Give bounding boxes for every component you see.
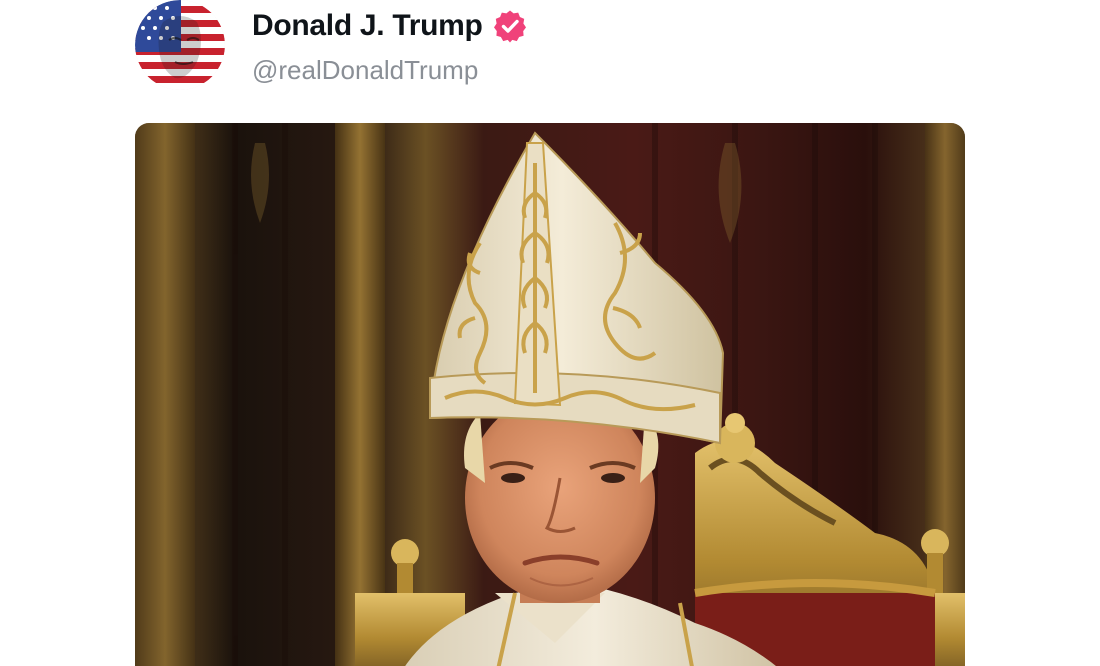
- verified-badge-icon: [493, 9, 527, 43]
- post-card: Donald J. Trump @realDonaldTrump: [0, 0, 1100, 666]
- author-name-row[interactable]: Donald J. Trump: [252, 5, 527, 47]
- flag-portrait-avatar: [135, 0, 225, 90]
- post-media-image[interactable]: [135, 123, 965, 666]
- pope-portrait-image: [135, 123, 965, 666]
- author-handle[interactable]: @realDonaldTrump: [252, 55, 478, 86]
- author-display-name[interactable]: Donald J. Trump: [252, 9, 483, 43]
- author-avatar[interactable]: [135, 0, 225, 90]
